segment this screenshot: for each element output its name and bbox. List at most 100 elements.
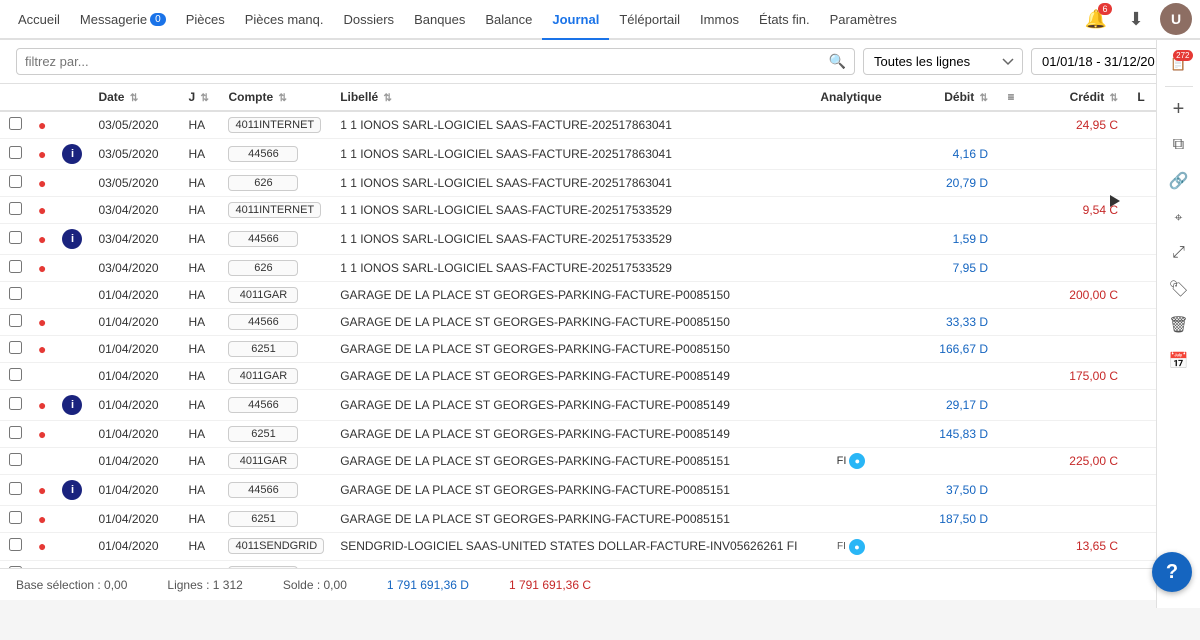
row-compte[interactable]: 6251 xyxy=(220,421,332,448)
row-checkbox[interactable] xyxy=(9,341,22,354)
table-row[interactable]: 01/04/2020HA4011GARGARAGE DE LA PLACE ST… xyxy=(0,282,1156,309)
row-compte[interactable]: 44566 xyxy=(220,475,332,506)
nav-messagerie[interactable]: Messagerie 0 xyxy=(70,0,176,40)
row-checkbox[interactable] xyxy=(9,287,22,300)
row-filter-col xyxy=(996,475,1026,506)
row-checkbox[interactable] xyxy=(9,260,22,273)
col-header-filter[interactable]: ≡ xyxy=(996,84,1026,111)
right-badge-btn[interactable]: 📋 272 xyxy=(1163,48,1195,80)
col-header-j[interactable]: J ⇅ xyxy=(180,84,220,111)
row-checkbox[interactable] xyxy=(9,566,22,569)
row-compte[interactable]: 626 xyxy=(220,255,332,282)
col-header-compte[interactable]: Compte ⇅ xyxy=(220,84,332,111)
add-btn[interactable]: + xyxy=(1163,93,1195,125)
nav-balance[interactable]: Balance xyxy=(475,0,542,40)
delete-btn[interactable]: 🗑 xyxy=(1163,309,1195,341)
filter-input[interactable] xyxy=(25,54,829,69)
row-l xyxy=(1126,363,1156,390)
nav-immos[interactable]: Immos xyxy=(690,0,749,40)
help-button[interactable]: ? xyxy=(1152,552,1192,592)
row-checkbox[interactable] xyxy=(9,231,22,244)
nav-etats-fin[interactable]: États fin. xyxy=(749,0,820,40)
info-icon[interactable]: i xyxy=(62,229,82,249)
table-row[interactable]: 01/04/2020HA4011GARGARAGE DE LA PLACE ST… xyxy=(0,448,1156,475)
row-journal-code: HA xyxy=(180,448,220,475)
row-compte[interactable]: 4011SENDGRID xyxy=(220,533,332,561)
col-header-credit[interactable]: Crédit ⇅ xyxy=(1026,84,1126,111)
expand-btn[interactable]: ⤢ xyxy=(1163,237,1195,269)
nav-teleportail[interactable]: Téléportail xyxy=(609,0,690,40)
col-header-debit[interactable]: Débit ⇅ xyxy=(896,84,996,111)
col-header-libelle[interactable]: Libellé ⇅ xyxy=(332,84,806,111)
row-checkbox[interactable] xyxy=(9,202,22,215)
table-row[interactable]: 01/04/2020HA4011GARGARAGE DE LA PLACE ST… xyxy=(0,363,1156,390)
user-avatar[interactable]: U xyxy=(1160,3,1192,35)
row-checkbox[interactable] xyxy=(9,175,22,188)
nav-parametres[interactable]: Paramètres xyxy=(820,0,907,40)
table-row[interactable]: ●03/04/2020HA4011INTERNET1 1 IONOS SARL-… xyxy=(0,197,1156,224)
row-date: 01/04/2020 xyxy=(90,533,180,561)
table-row[interactable]: ●01/04/2020HA6251GARAGE DE LA PLACE ST G… xyxy=(0,336,1156,363)
lines-filter-select[interactable]: Toutes les lignes xyxy=(863,48,1023,75)
row-checkbox[interactable] xyxy=(9,426,22,439)
row-compte[interactable]: 4011GAR xyxy=(220,282,332,309)
info-icon[interactable]: i xyxy=(62,480,82,500)
table-row[interactable]: ●03/05/2020HA6261 1 IONOS SARL-LOGICIEL … xyxy=(0,170,1156,197)
info-icon[interactable]: i xyxy=(62,144,82,164)
nav-banques[interactable]: Banques xyxy=(404,0,475,40)
row-compte[interactable]: 44566 xyxy=(220,309,332,336)
row-compte[interactable]: 626 xyxy=(220,560,332,568)
download-btn[interactable]: ⬇ xyxy=(1120,3,1152,35)
nav-dossiers[interactable]: Dossiers xyxy=(333,0,404,40)
row-compte[interactable]: 44566 xyxy=(220,390,332,421)
row-checkbox[interactable] xyxy=(9,368,22,381)
unlink-btn[interactable]: ⌖ xyxy=(1163,201,1195,233)
row-compte[interactable]: 4011GAR xyxy=(220,363,332,390)
table-row[interactable]: ●01/04/2020HA4011SENDGRIDSENDGRID-LOGICI… xyxy=(0,533,1156,561)
table-row[interactable]: ●01/04/2020HA6251GARAGE DE LA PLACE ST G… xyxy=(0,506,1156,533)
col-header-date[interactable]: Date ⇅ xyxy=(90,84,180,111)
row-compte[interactable]: 6251 xyxy=(220,336,332,363)
journal-table: Date ⇅ J ⇅ Compte ⇅ Libellé ⇅ Analytique… xyxy=(0,84,1156,568)
row-checkbox[interactable] xyxy=(9,397,22,410)
table-row[interactable]: ●i01/04/2020HA44566GARAGE DE LA PLACE ST… xyxy=(0,475,1156,506)
table-row[interactable]: ●i01/04/2020HA44566GARAGE DE LA PLACE ST… xyxy=(0,390,1156,421)
row-analytique xyxy=(806,224,896,255)
table-row[interactable]: ●01/04/2020HA6251GARAGE DE LA PLACE ST G… xyxy=(0,421,1156,448)
row-checkbox[interactable] xyxy=(9,482,22,495)
journal-table-wrap: Date ⇅ J ⇅ Compte ⇅ Libellé ⇅ Analytique… xyxy=(0,84,1156,568)
row-compte[interactable]: 6251 xyxy=(220,506,332,533)
row-checkbox[interactable] xyxy=(9,538,22,551)
table-row[interactable]: ●i03/05/2020HA445661 1 IONOS SARL-LOGICI… xyxy=(0,139,1156,170)
tag-btn[interactable]: 🏷 xyxy=(1163,273,1195,305)
table-row[interactable]: ●03/05/2020HA4011INTERNET1 1 IONOS SARL-… xyxy=(0,111,1156,139)
copy-btn[interactable]: ⧉ xyxy=(1163,129,1195,161)
nav-journal[interactable]: Journal xyxy=(542,0,609,40)
table-row[interactable]: ●i03/04/2020HA445661 1 IONOS SARL-LOGICI… xyxy=(0,224,1156,255)
row-compte[interactable]: 626 xyxy=(220,170,332,197)
info-icon[interactable]: i xyxy=(62,395,82,415)
filter-input-wrap[interactable]: 🔍 xyxy=(16,48,855,75)
row-analytique xyxy=(806,336,896,363)
row-compte[interactable]: 4011GAR xyxy=(220,448,332,475)
status-dot: ● xyxy=(38,538,46,554)
row-compte[interactable]: 4011INTERNET xyxy=(220,197,332,224)
notification-btn[interactable]: 🔔 6 xyxy=(1080,3,1112,35)
nav-pieces[interactable]: Pièces xyxy=(176,0,235,40)
row-checkbox[interactable] xyxy=(9,146,22,159)
table-row[interactable]: ●01/04/2020HA44566GARAGE DE LA PLACE ST … xyxy=(0,309,1156,336)
row-compte[interactable]: 44566 xyxy=(220,224,332,255)
row-checkbox[interactable] xyxy=(9,117,22,130)
nav-pieces-manq[interactable]: Pièces manq. xyxy=(235,0,334,40)
table-row[interactable]: ●01/04/2020HA626SENDGRID-LOGICIEL SAAS-U… xyxy=(0,560,1156,568)
mouse-cursor xyxy=(1110,195,1120,207)
link-btn[interactable]: 🔗 xyxy=(1163,165,1195,197)
row-checkbox[interactable] xyxy=(9,314,22,327)
row-checkbox[interactable] xyxy=(9,453,22,466)
row-checkbox[interactable] xyxy=(9,511,22,524)
nav-accueil[interactable]: Accueil xyxy=(8,0,70,40)
table-row[interactable]: ●03/04/2020HA6261 1 IONOS SARL-LOGICIEL … xyxy=(0,255,1156,282)
calendar-btn[interactable]: 📅 xyxy=(1163,345,1195,377)
row-compte[interactable]: 44566 xyxy=(220,139,332,170)
row-compte[interactable]: 4011INTERNET xyxy=(220,111,332,139)
